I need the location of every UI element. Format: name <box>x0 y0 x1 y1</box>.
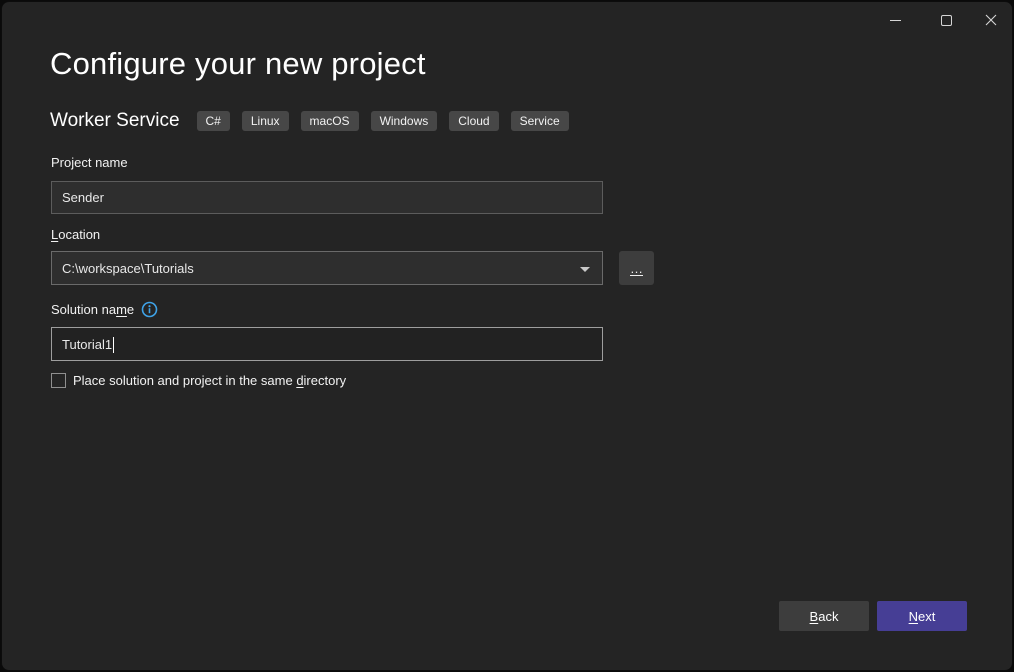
checkbox-label-pre: Place solution and project in the same <box>73 373 296 388</box>
browse-label: … <box>630 261 643 276</box>
next-button-label: Next <box>909 609 936 624</box>
solution-name-input[interactable]: Tutorial1 <box>51 327 603 361</box>
text-cursor <box>113 337 114 353</box>
maximize-button[interactable] <box>925 6 967 34</box>
back-label-rest: ack <box>818 609 838 624</box>
back-button[interactable]: Back <box>779 601 869 631</box>
titlebar[interactable] <box>2 2 1012 36</box>
tag-service: Service <box>511 111 569 131</box>
minimize-icon <box>890 20 901 21</box>
solution-accesskey: m <box>116 302 127 317</box>
tag-cloud: Cloud <box>449 111 498 131</box>
same-directory-option[interactable]: Place solution and project in the same d… <box>51 373 346 388</box>
solution-label-pre: Solution na <box>51 302 116 317</box>
close-button[interactable] <box>970 6 1012 34</box>
location-label: Location <box>51 227 100 242</box>
tag-csharp: C# <box>197 111 230 131</box>
template-info-row: Worker Service C# Linux macOS Windows Cl… <box>50 110 569 132</box>
same-directory-label[interactable]: Place solution and project in the same d… <box>73 373 346 388</box>
project-name-input[interactable]: Sender <box>51 181 603 214</box>
location-value: C:\workspace\Tutorials <box>62 261 194 276</box>
chevron-down-icon[interactable] <box>580 267 590 272</box>
info-icon[interactable] <box>141 301 158 318</box>
tag-windows: Windows <box>371 111 438 131</box>
next-accesskey: N <box>909 609 918 624</box>
project-name-value: Sender <box>62 190 104 205</box>
project-name-label: Project name <box>51 155 128 170</box>
solution-name-value: Tutorial1 <box>62 337 112 352</box>
template-tags: C# Linux macOS Windows Cloud Service <box>197 111 569 131</box>
minimize-button[interactable] <box>874 6 916 34</box>
solution-name-label: Solution name <box>51 302 134 317</box>
solution-name-label-row: Solution name <box>51 301 158 318</box>
tag-macos: macOS <box>301 111 359 131</box>
tag-linux: Linux <box>242 111 289 131</box>
checkbox-label-post: irectory <box>304 373 347 388</box>
close-icon <box>984 13 998 27</box>
browse-button[interactable]: … <box>619 251 654 285</box>
same-directory-checkbox[interactable] <box>51 373 66 388</box>
solution-label-post: e <box>127 302 134 317</box>
location-label-rest: ocation <box>58 227 100 242</box>
maximize-icon <box>941 15 952 26</box>
next-label-rest: ext <box>918 609 935 624</box>
checkbox-accesskey: d <box>296 373 303 388</box>
back-accesskey: B <box>810 609 819 624</box>
page-title: Configure your new project <box>50 46 426 82</box>
configure-project-dialog: Configure your new project Worker Servic… <box>1 1 1013 671</box>
back-button-label: Back <box>810 609 839 624</box>
location-combobox[interactable]: C:\workspace\Tutorials <box>51 251 603 285</box>
next-button[interactable]: Next <box>877 601 967 631</box>
template-name: Worker Service <box>50 110 180 132</box>
